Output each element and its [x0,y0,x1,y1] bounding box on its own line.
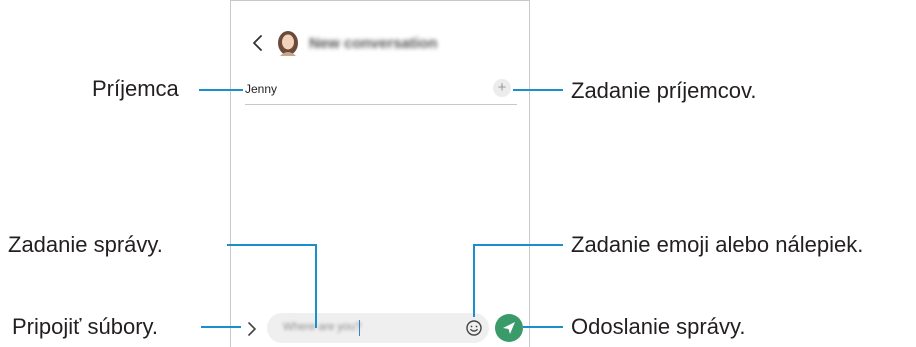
callout-enter-emoji: Zadanie emoji alebo nálepiek. [571,232,864,257]
leader-enter-emoji-v [473,244,475,317]
conversation-title: New conversation [309,35,438,52]
callout-recipient: Príjemca [92,76,179,101]
leader-attach-files [201,326,241,328]
back-arrow-icon[interactable] [249,31,269,55]
plus-icon[interactable]: + [493,79,511,97]
leader-recipient [199,89,243,91]
callout-enter-message: Zadanie správy. [8,232,163,257]
send-button[interactable] [495,314,523,342]
recipient-field[interactable]: Jenny [245,82,277,96]
callout-enter-recipients: Zadanie príjemcov. [571,78,757,103]
recipient-divider [245,104,517,105]
emoji-icon[interactable] [465,319,483,337]
phone-screen: New conversation Jenny + Where are you? [230,0,530,347]
message-placeholder: Where are you? [283,321,362,333]
send-icon [503,322,515,334]
message-input[interactable]: Where are you? [267,313,489,343]
contact-avatar-icon[interactable] [275,29,301,57]
leader-enter-message-v [315,244,317,328]
leader-enter-recipients [513,89,563,91]
leader-enter-message-h [227,244,317,246]
leader-enter-emoji-h [473,244,563,246]
callout-attach-files: Pripojiť súbory. [12,314,159,339]
attach-chevron-icon[interactable] [245,319,259,339]
callout-send-message: Odoslanie správy. [571,314,746,339]
leader-send-message [523,326,563,328]
text-caret [359,320,360,336]
